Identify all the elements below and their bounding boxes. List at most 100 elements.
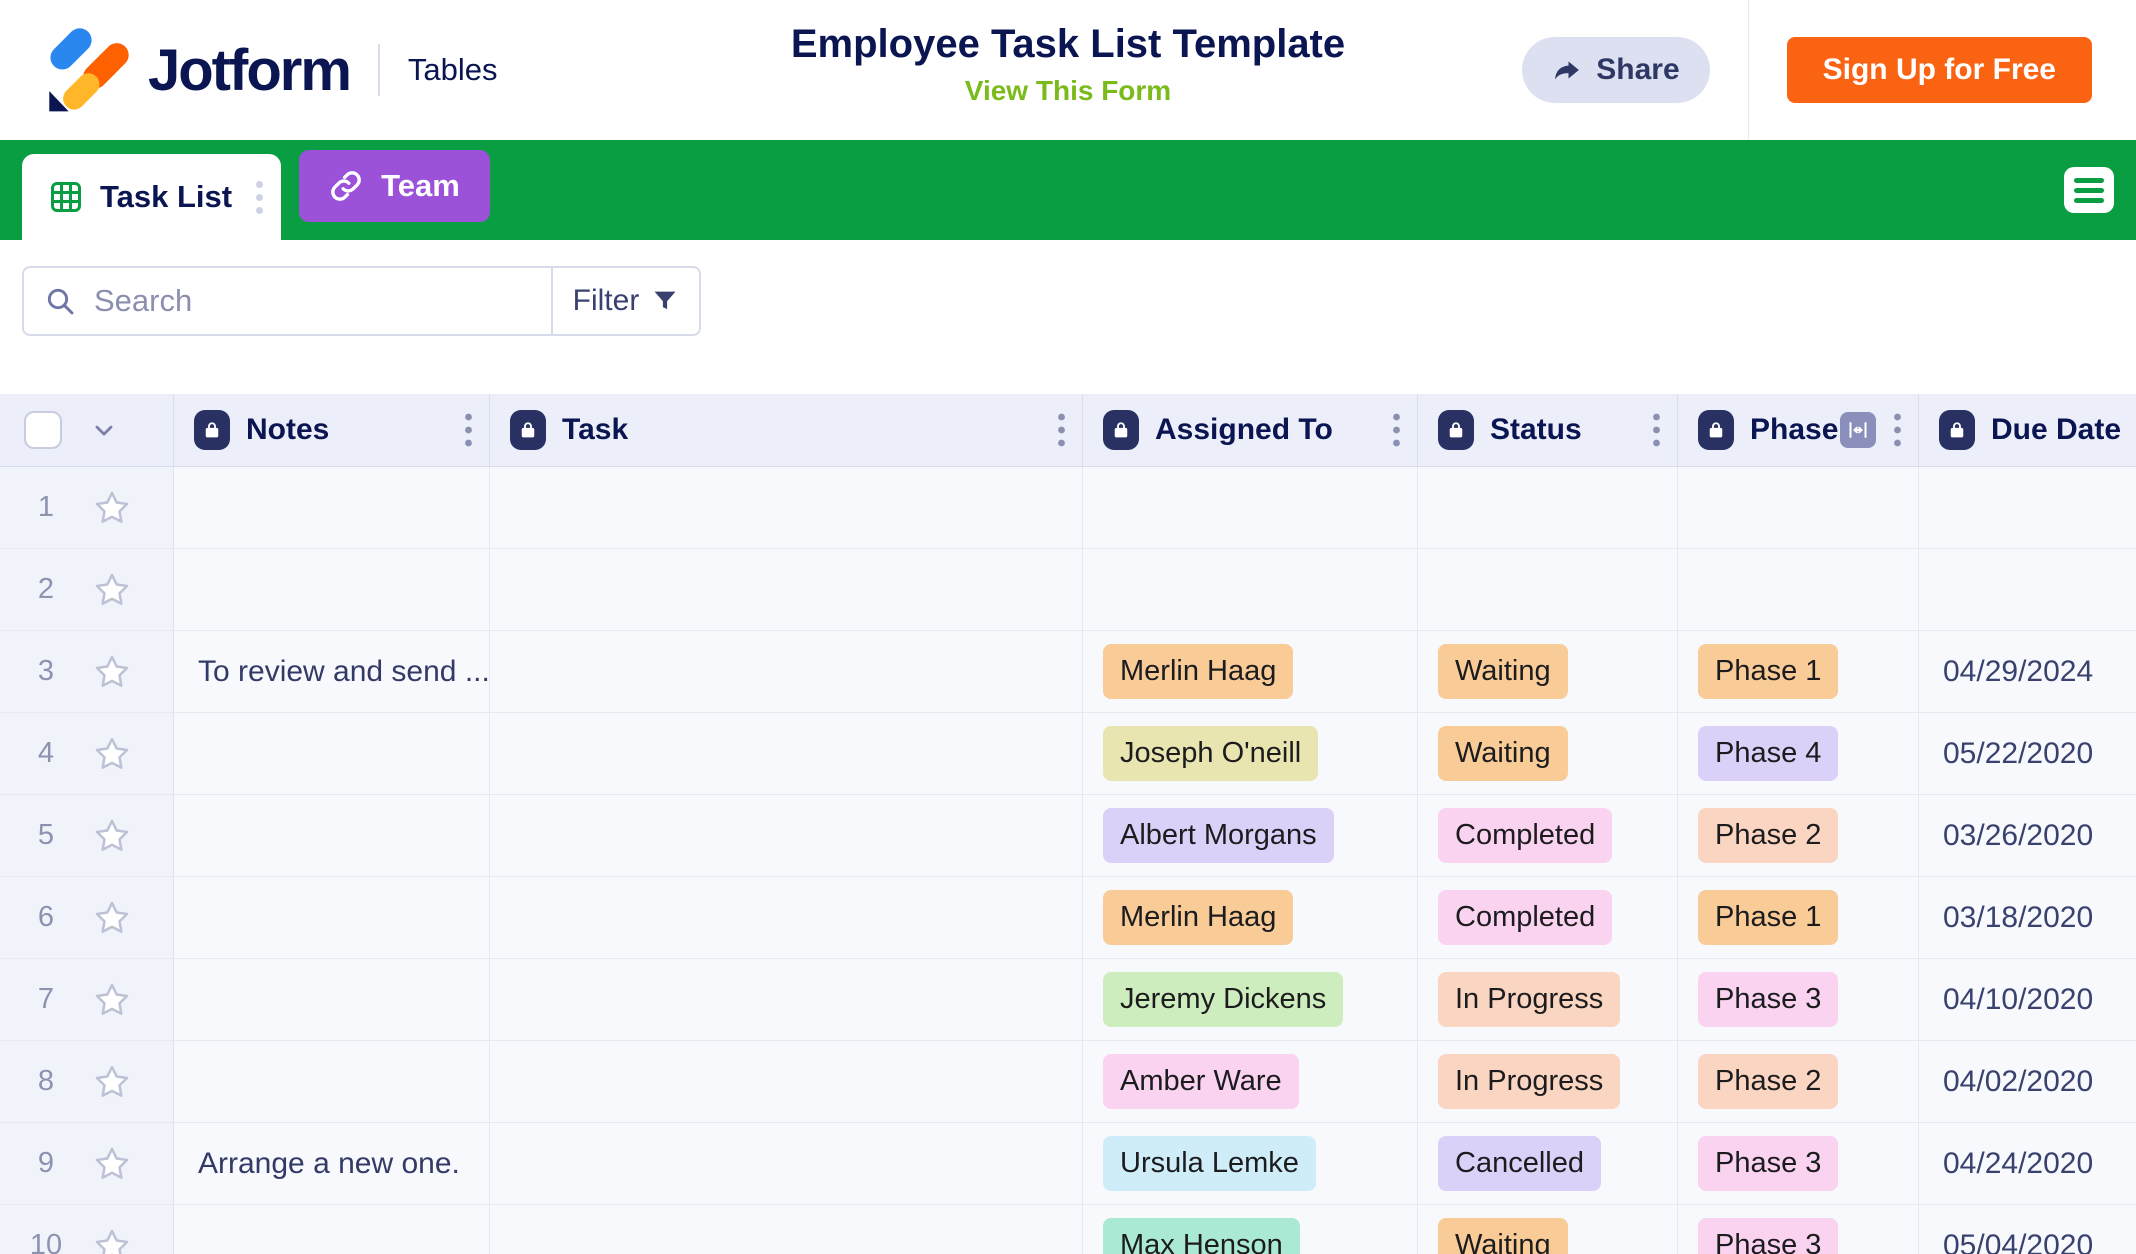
cell-notes[interactable]: To review and send ... (174, 631, 490, 713)
signup-button[interactable]: Sign Up for Free (1787, 37, 2092, 103)
cell-notes[interactable] (174, 1205, 490, 1254)
cell-phase[interactable]: Phase 2 (1678, 1041, 1919, 1123)
row-number: 3 (28, 655, 64, 688)
cell-due[interactable]: 03/18/2020 (1919, 877, 2136, 959)
cell-due[interactable]: 05/04/2020 (1919, 1205, 2136, 1254)
column-header-assigned[interactable]: Assigned To (1083, 394, 1418, 466)
column-header-due[interactable]: Due Date (1919, 394, 2136, 466)
cell-due[interactable]: 05/22/2020 (1919, 713, 2136, 795)
column-header-task[interactable]: Task (490, 394, 1083, 466)
favorite-star-icon[interactable] (92, 980, 132, 1020)
cell-phase[interactable] (1678, 467, 1919, 549)
favorite-star-icon[interactable] (92, 898, 132, 938)
cell-status[interactable]: Completed (1418, 795, 1678, 877)
cell-phase[interactable]: Phase 1 (1678, 631, 1919, 713)
cell-notes[interactable] (174, 549, 490, 631)
column-menu-icon[interactable] (1057, 412, 1082, 448)
tab-task-list[interactable]: Task List (22, 154, 281, 240)
favorite-star-icon[interactable] (92, 816, 132, 856)
share-arrow-icon (1552, 55, 1582, 85)
cell-task[interactable] (490, 959, 1083, 1041)
cell-due[interactable]: 04/29/2024 (1919, 631, 2136, 713)
select-menu-chevron-icon[interactable] (90, 416, 118, 444)
cell-status[interactable]: Cancelled (1418, 1123, 1678, 1205)
favorite-star-icon[interactable] (92, 1062, 132, 1102)
cell-task[interactable] (490, 467, 1083, 549)
column-label: Phase (1750, 413, 1838, 447)
cell-status[interactable]: In Progress (1418, 959, 1678, 1041)
cell-status[interactable]: Completed (1418, 877, 1678, 959)
cell-assigned[interactable]: Amber Ware (1083, 1041, 1418, 1123)
cell-assigned[interactable]: Merlin Haag (1083, 877, 1418, 959)
cell-notes[interactable] (174, 713, 490, 795)
cell-phase[interactable]: Phase 3 (1678, 1205, 1919, 1254)
cell-assigned[interactable]: Jeremy Dickens (1083, 959, 1418, 1041)
cell-assigned[interactable]: Max Henson (1083, 1205, 1418, 1254)
cell-phase[interactable]: Phase 1 (1678, 877, 1919, 959)
cell-status[interactable]: Waiting (1418, 631, 1678, 713)
cell-due[interactable]: 03/26/2020 (1919, 795, 2136, 877)
search-input[interactable] (92, 282, 551, 320)
cell-phase[interactable]: Phase 2 (1678, 795, 1919, 877)
select-all-checkbox[interactable] (24, 411, 62, 449)
cell-notes[interactable] (174, 877, 490, 959)
phase-badge: Phase 3 (1698, 1218, 1838, 1254)
cell-assigned[interactable]: Albert Morgans (1083, 795, 1418, 877)
cell-task[interactable] (490, 1041, 1083, 1123)
cell-due[interactable]: 04/02/2020 (1919, 1041, 2136, 1123)
column-menu-icon[interactable] (1893, 412, 1918, 448)
cell-status[interactable] (1418, 467, 1678, 549)
cell-notes[interactable]: Arrange a new one. (174, 1123, 490, 1205)
favorite-star-icon[interactable] (92, 734, 132, 774)
cell-task[interactable] (490, 795, 1083, 877)
cell-assigned[interactable]: Ursula Lemke (1083, 1123, 1418, 1205)
cell-due[interactable] (1919, 549, 2136, 631)
cell-assigned[interactable] (1083, 549, 1418, 631)
favorite-star-icon[interactable] (92, 652, 132, 692)
cell-notes[interactable] (174, 1041, 490, 1123)
filter-button[interactable]: Filter (551, 268, 699, 334)
hamburger-icon (2074, 178, 2104, 183)
column-header-notes[interactable]: Notes (174, 394, 490, 466)
share-button[interactable]: Share (1522, 37, 1709, 103)
cell-phase[interactable]: Phase 4 (1678, 713, 1919, 795)
cell-notes[interactable] (174, 959, 490, 1041)
column-header-status[interactable]: Status (1418, 394, 1678, 466)
view-form-link[interactable]: View This Form (965, 75, 1171, 107)
cell-task[interactable] (490, 631, 1083, 713)
column-menu-icon[interactable] (1392, 412, 1417, 448)
tab-team[interactable]: Team (299, 150, 490, 222)
favorite-star-icon[interactable] (92, 1144, 132, 1184)
brand-wordmark[interactable]: Jotform (148, 37, 350, 104)
column-menu-icon[interactable] (1652, 412, 1677, 448)
cell-assigned[interactable] (1083, 467, 1418, 549)
cell-status[interactable]: Waiting (1418, 713, 1678, 795)
favorite-star-icon[interactable] (92, 1226, 132, 1254)
cell-notes[interactable] (174, 795, 490, 877)
cell-due[interactable] (1919, 467, 2136, 549)
cell-task[interactable] (490, 549, 1083, 631)
cell-notes[interactable] (174, 467, 490, 549)
cell-task[interactable] (490, 1123, 1083, 1205)
cell-task[interactable] (490, 877, 1083, 959)
cell-phase[interactable]: Phase 3 (1678, 1123, 1919, 1205)
cell-status[interactable] (1418, 549, 1678, 631)
cell-task[interactable] (490, 1205, 1083, 1254)
favorite-star-icon[interactable] (92, 570, 132, 610)
column-header-phase[interactable]: Phase (1678, 394, 1919, 466)
cell-assigned[interactable]: Merlin Haag (1083, 631, 1418, 713)
table-menu-button[interactable] (2064, 167, 2114, 213)
cell-assigned[interactable]: Joseph O'neill (1083, 713, 1418, 795)
resize-handle-icon[interactable] (1840, 412, 1876, 448)
column-menu-icon[interactable] (464, 412, 489, 448)
favorite-star-icon[interactable] (92, 488, 132, 528)
cell-phase[interactable] (1678, 549, 1919, 631)
cell-due[interactable]: 04/24/2020 (1919, 1123, 2136, 1205)
cell-status[interactable]: Waiting (1418, 1205, 1678, 1254)
cell-status[interactable]: In Progress (1418, 1041, 1678, 1123)
cell-due[interactable]: 04/10/2020 (1919, 959, 2136, 1041)
brand: Jotform Tables (44, 26, 498, 114)
cell-phase[interactable]: Phase 3 (1678, 959, 1919, 1041)
cell-task[interactable] (490, 713, 1083, 795)
tab-menu-icon[interactable] (256, 181, 263, 214)
